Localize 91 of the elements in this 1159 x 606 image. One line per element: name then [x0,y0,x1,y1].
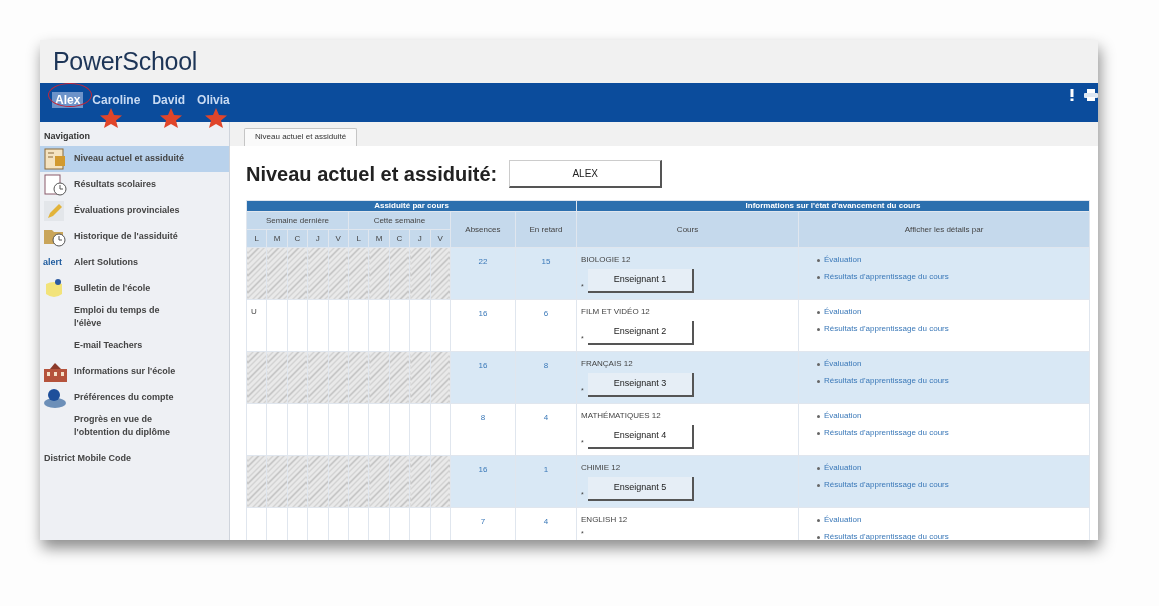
table-group-header: Assiduité par cours [246,200,577,212]
student-tab[interactable]: Olivia [194,92,233,108]
page-heading: Niveau actuel et assiduité: [246,162,498,186]
attendance-cell: U [246,299,267,352]
gradebook-icon [43,147,68,170]
nav-item[interactable]: Informations sur l'école [40,358,229,385]
course-name: FILM ET VIDÉO 12 [581,306,651,318]
nav-item[interactable]: Résultats scolaires [40,171,229,198]
bullet-icon [817,535,821,539]
detail-link[interactable]: Évaluation [824,306,862,318]
logo: PowerSchool [53,45,197,77]
bullet-icon [817,275,821,279]
nav-item[interactable]: Préférences du compte [40,384,229,411]
detail-link[interactable]: Évaluation [824,254,862,266]
late-count[interactable]: 1 [515,455,577,508]
nav-item[interactable]: Niveau actuel et assiduité [40,145,229,172]
nav-item[interactable]: Emploi du temps de l'élève [40,301,229,333]
nav-label: Informations sur l'école [74,364,176,378]
user-globe-icon [43,386,68,409]
course-name: BIOLOGIE 12 [581,254,632,266]
nav-label: Résultats scolaires [74,177,157,191]
sidebar-heading: Navigation [43,130,91,143]
nav-label: Niveau actuel et assiduité [74,151,185,165]
nav-label: Historique de l'assiduité [74,229,178,243]
course-name: MATHÉMATIQUES 12 [581,410,662,422]
sidebar-heading: District Mobile Code [43,451,132,465]
detail-link[interactable]: Résultats d'apprentissage du cours [824,271,949,283]
detail-link[interactable]: Résultats d'apprentissage du cours [824,479,949,491]
tab[interactable]: Niveau actuel et assiduité [244,128,358,146]
nav-label: Préférences du compte [74,390,174,404]
nav-label: Alert Solutions [74,255,138,269]
bullet-icon [817,327,821,331]
bullet-icon [817,310,821,314]
late-count[interactable]: 4 [515,403,577,456]
detail-link[interactable]: Résultats d'apprentissage du cours [824,531,949,540]
column-header: Absences [450,211,516,248]
nav-item[interactable]: Bulletin de l'école [40,275,229,302]
student-tab[interactable]: Caroline [89,92,144,108]
nav-label: E-mail Teachers [74,338,143,352]
column-header: En retard [515,211,577,248]
student-tab[interactable]: David [149,92,189,108]
detail-link[interactable]: Évaluation [824,462,862,474]
absence-count[interactable]: 16 [450,351,516,404]
nav-label: Bulletin de l'école [74,281,151,295]
bullet-icon [817,379,821,383]
nav-item[interactable]: E-mail Teachers [40,332,229,359]
school-building-icon [43,360,68,383]
bullet-icon [817,362,821,366]
late-count[interactable]: 15 [515,247,577,300]
teacher-button[interactable]: Enseignant 4 [587,425,695,449]
absence-count[interactable]: 22 [450,247,516,300]
detail-link[interactable]: Résultats d'apprentissage du cours [824,323,949,335]
nav-label: Progrès en vue de l'obtention du diplôme [74,412,172,439]
column-header: Cours [576,211,799,248]
teacher-button[interactable]: Enseignant 3 [587,373,695,397]
detail-link[interactable]: Évaluation [824,410,862,422]
nav-label: Emploi du temps de l'élève [74,303,161,330]
alert-logo: alert [43,255,63,269]
absence-count[interactable]: 8 [450,403,516,456]
nav-item[interactable]: Progrès en vue de l'obtention du diplôme [40,410,229,442]
bullet-icon [817,483,821,487]
course-name: CHIMIE 12 [581,462,622,474]
bullet-icon [817,414,821,418]
detail-link[interactable]: Résultats d'apprentissage du cours [824,375,949,387]
bullet-icon [817,518,821,522]
detail-link[interactable]: Évaluation [824,514,862,526]
teacher-button[interactable]: Enseignant 1 [587,269,695,293]
bullet-icon [817,431,821,435]
late-count[interactable]: 6 [515,299,577,352]
course-name: ENGLISH 12 [581,514,629,526]
alert-icon[interactable] [1070,89,1074,101]
detail-link[interactable]: Évaluation [824,358,862,370]
bullet-icon [817,258,821,262]
absence-count[interactable]: 16 [450,299,516,352]
nav-item[interactable]: Historique de l'assiduité [40,223,229,250]
teacher-button[interactable]: Enseignant 5 [587,477,695,501]
course-name: FRANÇAIS 12 [581,358,634,370]
bullet-icon [817,466,821,470]
student-button[interactable]: ALEX [509,160,663,188]
column-header: Afficher les détails par [798,211,1090,248]
teacher-button[interactable]: Enseignant 2 [587,321,695,345]
late-count[interactable]: 8 [515,351,577,404]
table-group-header: Informations sur l'état d'avancement du cours [576,200,1090,212]
nav-item[interactable]: alert Alert Solutions [40,249,229,276]
student-tab[interactable]: Alex [52,92,84,108]
detail-link[interactable]: Résultats d'apprentissage du cours [824,427,949,439]
nav-label: Évaluations provinciales [74,203,180,217]
nav-item[interactable]: Évaluations provinciales [40,197,229,224]
document-clock-icon [43,173,68,196]
absence-count[interactable]: 16 [450,455,516,508]
printer-icon[interactable] [1084,89,1098,101]
